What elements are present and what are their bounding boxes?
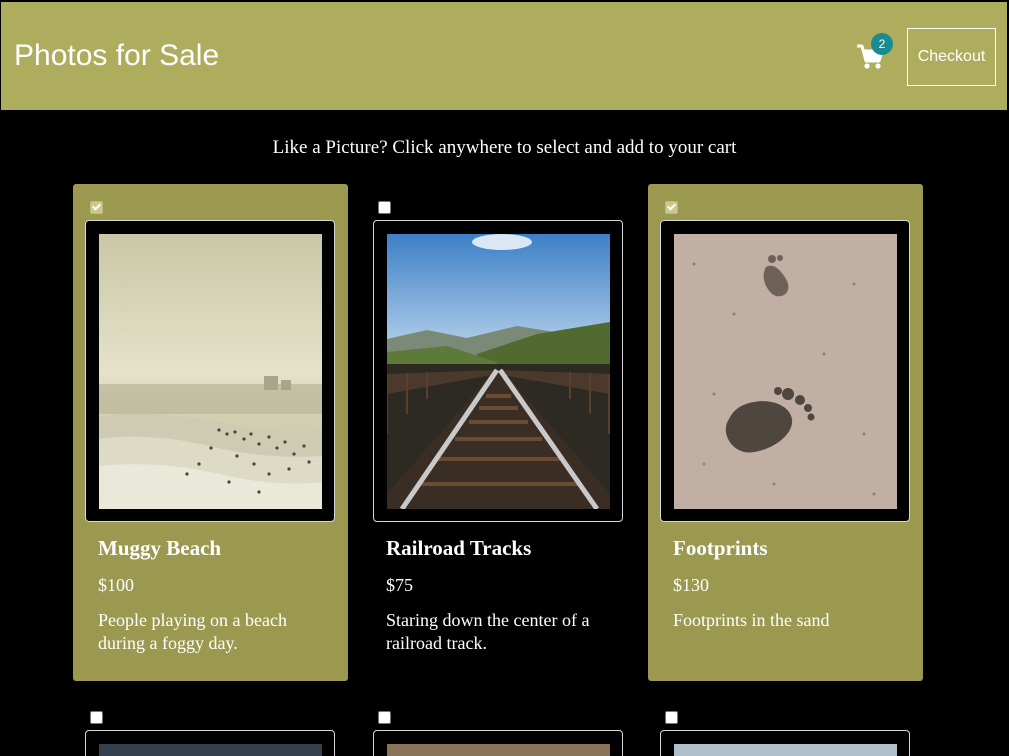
photo-thumbnail [674,744,897,756]
photo-card-footprints[interactable]: Footprints $130 Footprints in the sand [648,184,923,681]
photo-card-row2-3[interactable] [648,702,923,756]
photo-frame [660,730,910,756]
card-title: Footprints [673,536,768,560]
card-price: $130 [673,575,709,595]
app-title: Photos for Sale [14,39,220,72]
card-description: People playing on a beach during a foggy… [98,610,287,653]
card-description: Staring down the center of a railroad tr… [386,610,590,653]
checkout-button[interactable]: Checkout [907,28,996,86]
card-price: $100 [98,575,134,595]
photo-card-muggy-beach[interactable]: Muggy Beach $100 People playing on a bea… [73,184,348,681]
checkmark-icon [666,201,677,211]
card-title: Railroad Tracks [386,536,532,560]
photo-frame [373,730,623,756]
photo-frame [660,220,910,522]
card-title: Muggy Beach [98,536,222,560]
photo-railroad-tracks [387,234,610,509]
select-checkbox[interactable] [665,711,678,724]
card-description: Footprints in the sand [673,610,830,630]
photo-footprints [674,234,897,509]
select-checkbox[interactable] [665,201,678,214]
photo-thumbnail [387,744,610,756]
card-price: $75 [386,575,413,595]
instructions-text: Like a Picture? Click anywhere to select… [272,137,737,158]
checkmark-icon [91,201,102,211]
photo-muggy-beach [99,234,322,509]
select-checkbox[interactable] [90,201,103,214]
photo-card-row2-2[interactable] [361,702,636,756]
photo-card-row2-1[interactable] [73,702,348,756]
photo-thumbnail [99,744,322,756]
photo-frame [85,730,335,756]
select-checkbox[interactable] [378,201,391,214]
photo-frame [85,220,335,522]
photo-card-railroad-tracks[interactable]: Railroad Tracks $75 Staring down the cen… [361,184,636,681]
cart-count-badge: 2 [871,33,893,55]
header-bar: Photos for Sale 2 Checkout [1,2,1007,110]
select-checkbox[interactable] [90,711,103,724]
photo-frame [373,220,623,522]
select-checkbox[interactable] [378,711,391,724]
